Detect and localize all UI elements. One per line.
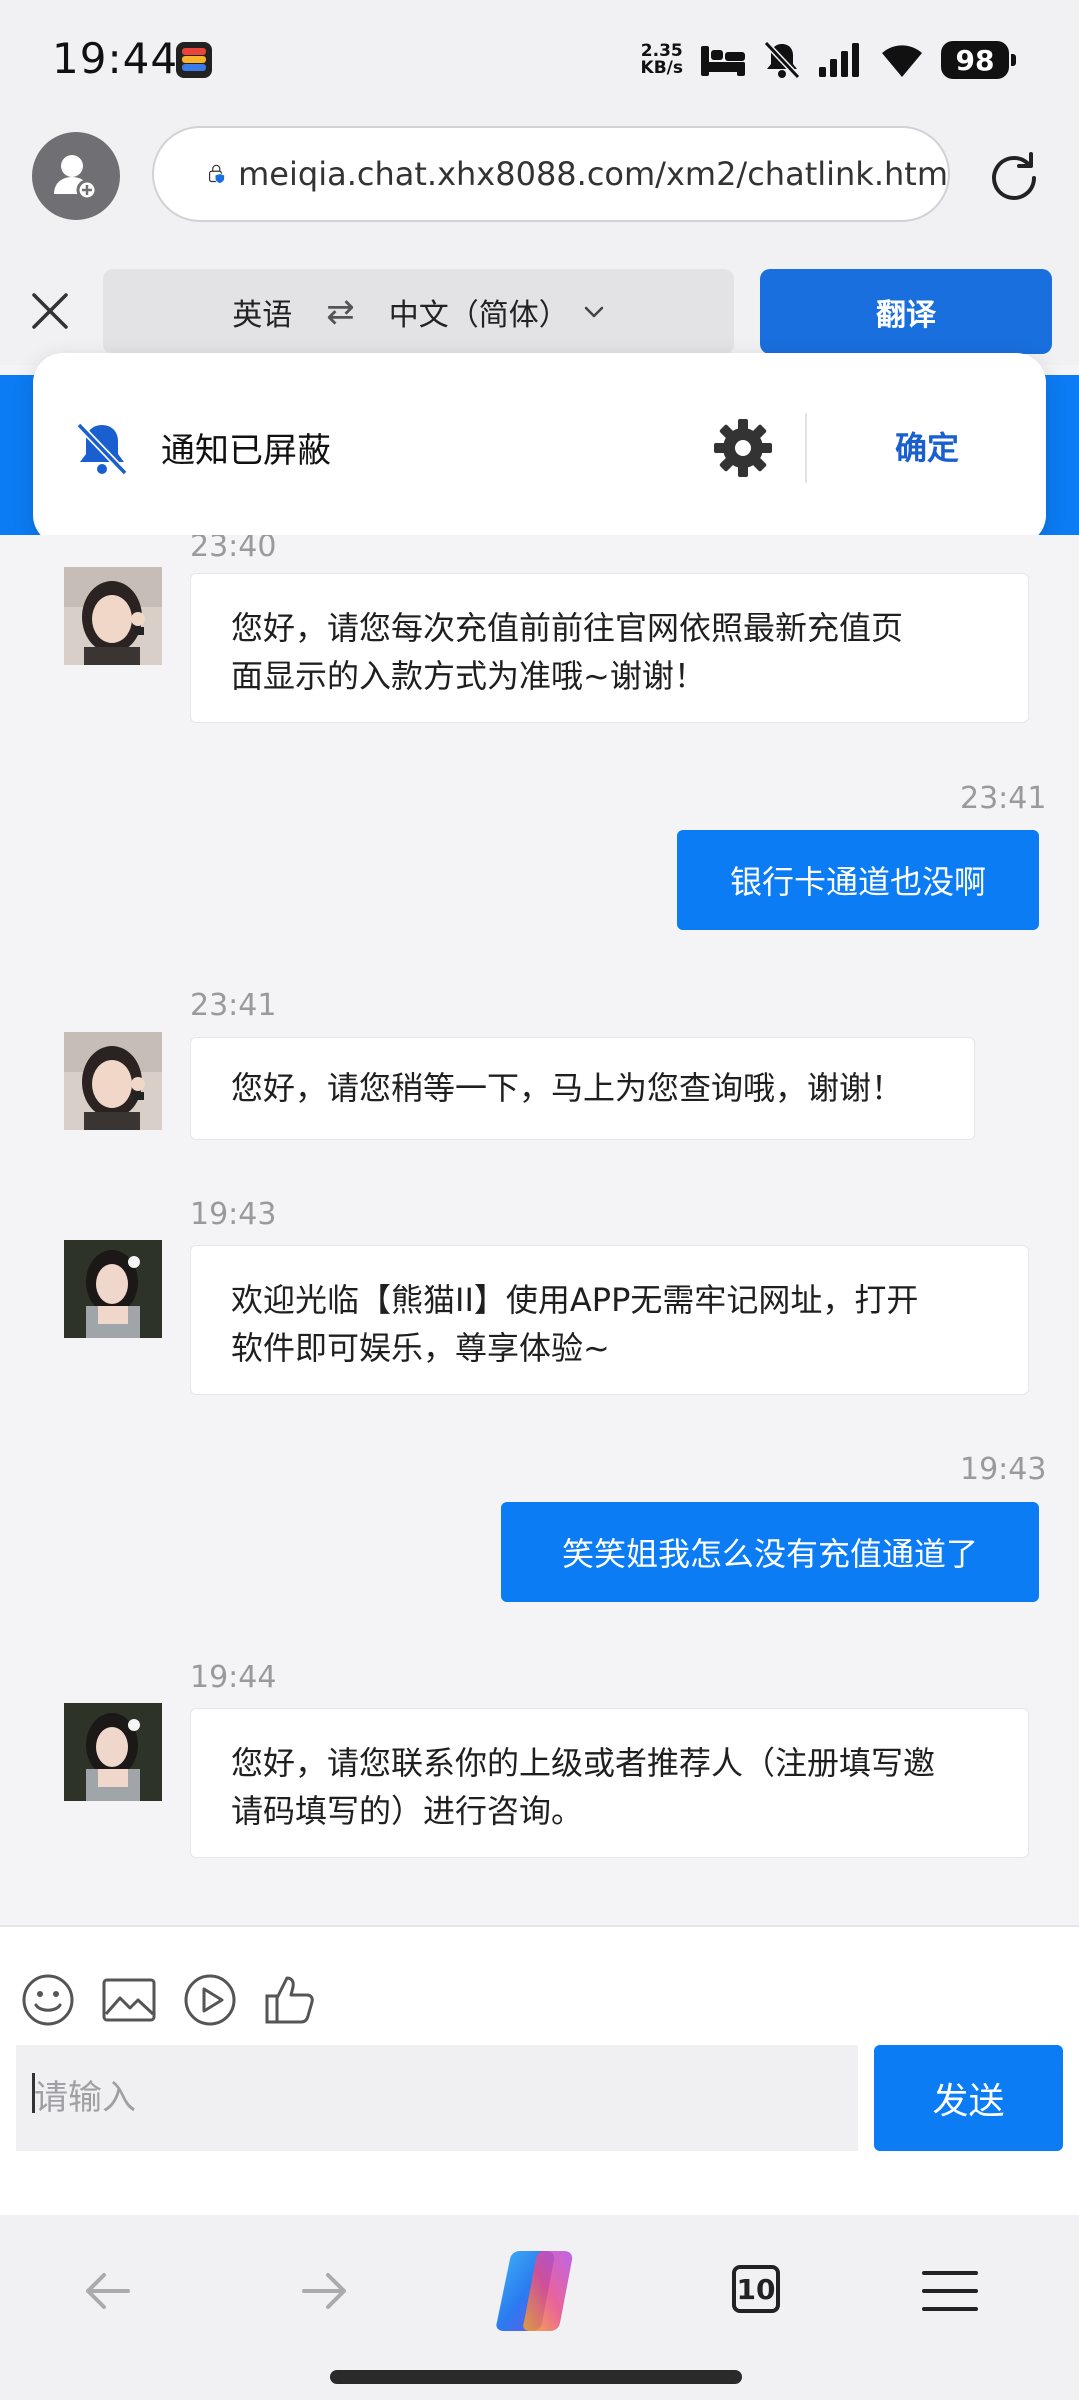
agent-avatar — [64, 1703, 162, 1801]
source-language[interactable]: 英语 — [232, 290, 292, 334]
message-timestamp: 23:40 — [190, 535, 277, 564]
agent-avatar — [64, 1240, 162, 1338]
menu-icon[interactable] — [914, 2255, 986, 2327]
send-button[interactable]: 发送 — [874, 2045, 1063, 2151]
forward-arrow-icon[interactable] — [288, 2255, 360, 2327]
browser-toolbar: meiqia.chat.xhx8088.com/xm2/chatlink.htm — [0, 120, 1079, 265]
message-input[interactable] — [16, 2045, 858, 2151]
url-text: meiqia.chat.xhx8088.com/xm2/chatlink.htm — [238, 155, 948, 193]
chevron-down-icon — [584, 306, 603, 317]
status-bar: 19:44 2.35 KB/s 98 — [0, 0, 1079, 120]
sent-message: 笑笑姐我怎么没有充值通道了 — [501, 1502, 1039, 1602]
sent-message: 银行卡通道也没啊 — [677, 830, 1039, 930]
status-time: 19:44 — [52, 34, 179, 83]
message-timestamp: 19:44 — [190, 1660, 277, 1695]
app-notification-icon — [176, 42, 212, 78]
home-indicator[interactable] — [330, 2370, 742, 2384]
notification-blocked-popup: 通知已屏蔽 确定 — [33, 353, 1046, 545]
video-icon[interactable] — [182, 1972, 238, 2028]
message-timestamp: 23:41 — [960, 781, 1047, 816]
divider — [805, 413, 807, 483]
chat-message-list[interactable]: 23:40 您好，请您每次充值前前往官网依照最新充值页 面显示的入款方式为准哦~… — [0, 535, 1079, 1925]
received-message: 您好，请您联系你的上级或者推荐人（注册填写邀 请码填写的）进行咨询。 — [190, 1708, 1029, 1858]
secure-lock-icon — [208, 164, 225, 184]
message-timestamp: 19:43 — [960, 1452, 1047, 1487]
message-timestamp: 19:43 — [190, 1197, 277, 1232]
back-arrow-icon[interactable] — [72, 2255, 144, 2327]
target-language[interactable]: 中文（简体） — [389, 290, 569, 334]
sleep-icon — [701, 46, 745, 76]
confirm-button[interactable]: 确定 — [895, 423, 959, 469]
add-profile-icon — [54, 155, 98, 201]
message-composer: 发送 — [0, 1925, 1079, 2215]
message-timestamp: 23:41 — [190, 988, 277, 1023]
network-speed: 2.35 KB/s — [640, 41, 683, 78]
image-icon[interactable] — [101, 1972, 157, 2028]
reload-icon[interactable] — [984, 148, 1044, 208]
address-bar[interactable]: meiqia.chat.xhx8088.com/xm2/chatlink.htm — [152, 126, 950, 222]
thumbs-up-icon[interactable] — [263, 1972, 319, 2028]
received-message: 您好，请您稍等一下，马上为您查询哦，谢谢！ — [190, 1037, 975, 1140]
tab-count-button[interactable]: 10 — [732, 2265, 780, 2313]
translate-bar: 英语 ⇄ 中文（简体） 翻译 — [0, 265, 1079, 365]
swap-languages-icon[interactable]: ⇄ — [326, 292, 355, 332]
profile-button[interactable] — [32, 132, 120, 220]
notification-text: 通知已屏蔽 — [161, 431, 331, 471]
battery-indicator: 98 — [941, 41, 1016, 79]
agent-avatar — [64, 567, 162, 665]
status-indicators: 2.35 KB/s 98 — [640, 38, 1016, 82]
bell-off-icon — [76, 422, 128, 476]
signal-icon — [819, 43, 859, 77]
emoji-icon[interactable] — [20, 1972, 76, 2028]
gear-icon[interactable] — [710, 415, 776, 481]
received-message: 您好，请您每次充值前前往官网依照最新充值页 面显示的入款方式为准哦~谢谢！ — [190, 573, 1029, 723]
text-caret — [32, 2073, 35, 2113]
language-selector[interactable]: 英语 ⇄ 中文（简体） — [103, 269, 734, 354]
mute-icon — [763, 40, 801, 80]
copilot-icon[interactable] — [490, 2243, 586, 2339]
received-message: 欢迎光临【熊猫II】使用APP无需牢记网址，打开 软件即可娱乐，尊享体验~ — [190, 1245, 1029, 1395]
agent-avatar — [64, 1032, 162, 1130]
translate-button[interactable]: 翻译 — [760, 269, 1052, 354]
wifi-icon — [882, 45, 922, 77]
close-icon[interactable] — [24, 285, 76, 337]
